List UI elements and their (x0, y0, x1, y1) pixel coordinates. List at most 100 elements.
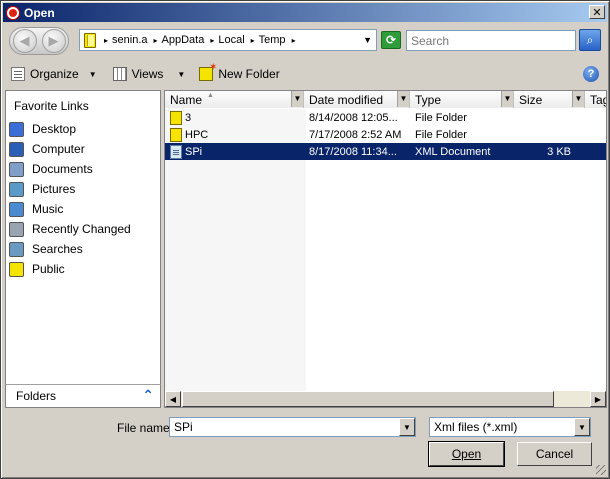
new-folder-label: New Folder (218, 67, 280, 81)
address-dropdown-icon[interactable]: ▼ (363, 35, 372, 45)
sidebar-item-label: Recently Changed (32, 222, 131, 236)
file-type: XML Document (415, 145, 491, 158)
filename-value: SPi (174, 420, 193, 434)
title-bar[interactable]: Open ✕ (3, 3, 607, 22)
folders-toggle[interactable]: Folders ⌃ (5, 384, 161, 408)
search-icon[interactable]: ⌕ (579, 29, 601, 51)
column-header-date[interactable]: Date modified ▼ (304, 91, 410, 108)
sidebar-item-public[interactable]: Public (6, 259, 160, 279)
filetype-select[interactable]: Xml files (*.xml) ▼ (429, 417, 591, 437)
file-name-text: 3 (185, 111, 192, 124)
refresh-icon[interactable]: ⟳ (381, 31, 401, 49)
sidebar-item-pictures[interactable]: Pictures (6, 179, 160, 199)
views-label: Views (131, 67, 164, 81)
file-size: 3 KB (547, 145, 571, 158)
documents-icon (9, 161, 24, 177)
chevron-down-icon[interactable]: ▼ (501, 91, 513, 107)
file-type: File Folder (415, 111, 467, 124)
address-bar[interactable]: ▸ senin.a ▸ AppData ▸ Local ▸ Temp ▸ ▼ (79, 29, 377, 51)
file-date: 7/17/2008 2:52 AM (309, 128, 402, 141)
views-icon (112, 67, 127, 81)
crumb-separator-icon[interactable]: ▸ (251, 36, 255, 45)
app-icon (6, 5, 20, 20)
column-header-size[interactable]: Size ▼ (514, 91, 585, 108)
sidebar-item-label: Computer (32, 142, 85, 156)
breadcrumb-appdata[interactable]: AppData (162, 34, 205, 46)
sidebar-item-label: Desktop (32, 122, 77, 136)
sidebar-item-desktop[interactable]: Desktop (6, 119, 160, 139)
breadcrumb-local[interactable]: Local (218, 34, 244, 46)
file-name-text: HPC (185, 128, 209, 141)
search-input[interactable]: Search (406, 30, 576, 51)
toolbar: Organize ▼ Views ▼ New Folder ? (3, 61, 607, 87)
column-header-tags[interactable]: Tags (585, 91, 606, 108)
views-button[interactable]: Views ▼ (112, 67, 186, 81)
open-button[interactable]: Open (429, 442, 504, 466)
sidebar-item-label: Pictures (32, 182, 76, 196)
file-row[interactable]: 3 8/14/2008 12:05... File Folder (165, 109, 606, 126)
folder-icon (170, 110, 182, 125)
organize-button[interactable]: Organize ▼ (11, 67, 97, 81)
sidebar-item-computer[interactable]: Computer (6, 139, 160, 159)
close-button[interactable]: ✕ (589, 5, 605, 19)
desktop-icon (9, 121, 24, 137)
chevron-down-icon[interactable]: ▼ (291, 91, 303, 107)
file-date: 8/14/2008 12:05... (309, 111, 398, 124)
sidebar-item-documents[interactable]: Documents (6, 159, 160, 179)
column-header-type[interactable]: Type ▼ (410, 91, 514, 108)
navigation-row: ◀ ▶ ▸ senin.a ▸ AppData ▸ Local ▸ Temp ▸… (5, 25, 605, 57)
new-folder-icon (199, 62, 217, 81)
file-name: HPC (165, 127, 304, 142)
chevron-down-icon[interactable]: ▼ (572, 91, 584, 107)
chevron-down-icon[interactable]: ▼ (574, 418, 590, 436)
sidebar-item-music[interactable]: Music (6, 199, 160, 219)
crumb-separator-icon[interactable]: ▸ (292, 36, 296, 45)
forward-button[interactable]: ▶ (41, 29, 66, 53)
chevron-down-icon: ▼ (177, 69, 186, 79)
music-icon (9, 201, 24, 217)
crumb-separator-icon[interactable]: ▸ (210, 36, 214, 45)
open-dialog: Open ✕ ◀ ▶ ▸ senin.a ▸ AppData ▸ Local ▸… (0, 0, 610, 479)
breadcrumb-senin[interactable]: senin.a (112, 34, 147, 46)
favorite-links-pane: Favorite Links Desktop Computer Documents P… (5, 90, 161, 408)
recent-icon (9, 221, 24, 237)
favorite-links-header: Favorite Links (14, 99, 89, 113)
cancel-button[interactable]: Cancel (517, 442, 592, 466)
file-row[interactable]: SPi 8/17/2008 11:34... XML Document 3 KB (165, 143, 606, 160)
scroll-right-icon[interactable]: ▶ (590, 391, 606, 407)
help-icon[interactable]: ? (583, 66, 599, 82)
scroll-left-icon[interactable]: ◀ (165, 391, 181, 407)
chevron-down-icon[interactable]: ▼ (397, 91, 409, 107)
new-folder-button[interactable]: New Folder (199, 62, 280, 81)
file-type: File Folder (415, 128, 467, 141)
column-headers: Name ▲ ▼ Date modified ▼ Type ▼ Size ▼ T… (165, 91, 606, 108)
file-row[interactable]: HPC 7/17/2008 2:52 AM File Folder (165, 126, 606, 143)
file-date: 8/17/2008 11:34... (309, 145, 397, 158)
sidebar-item-recently-changed[interactable]: Recently Changed (6, 219, 160, 239)
horizontal-scrollbar[interactable]: ◀ ▶ (165, 391, 606, 407)
breadcrumb-temp[interactable]: Temp (259, 34, 286, 46)
window-title: Open (24, 5, 55, 20)
folder-icon (170, 127, 182, 142)
sidebar-item-label: Documents (32, 162, 93, 176)
file-name: 3 (165, 110, 304, 125)
column-header-name[interactable]: Name ▲ ▼ (165, 91, 304, 108)
resize-grip-icon[interactable] (596, 465, 606, 475)
back-button[interactable]: ◀ (12, 29, 37, 53)
sidebar-item-searches[interactable]: Searches (6, 239, 160, 259)
sort-ascending-icon: ▲ (207, 92, 214, 99)
crumb-separator-icon[interactable]: ▸ (154, 36, 158, 45)
filename-label: File name: (117, 421, 174, 435)
public-folder-icon (9, 261, 24, 277)
computer-icon (9, 141, 24, 157)
folders-label: Folders (16, 389, 57, 403)
folder-icon (84, 32, 96, 48)
filetype-value: Xml files (*.xml) (434, 420, 518, 434)
filename-input[interactable]: SPi ▼ (169, 417, 416, 437)
scroll-thumb[interactable] (182, 391, 554, 407)
xml-file-icon (170, 144, 182, 159)
chevron-up-icon[interactable]: ⌃ (142, 387, 154, 404)
file-name-text: SPi (185, 145, 203, 158)
chevron-down-icon[interactable]: ▼ (399, 418, 415, 436)
crumb-separator-icon[interactable]: ▸ (104, 36, 108, 45)
